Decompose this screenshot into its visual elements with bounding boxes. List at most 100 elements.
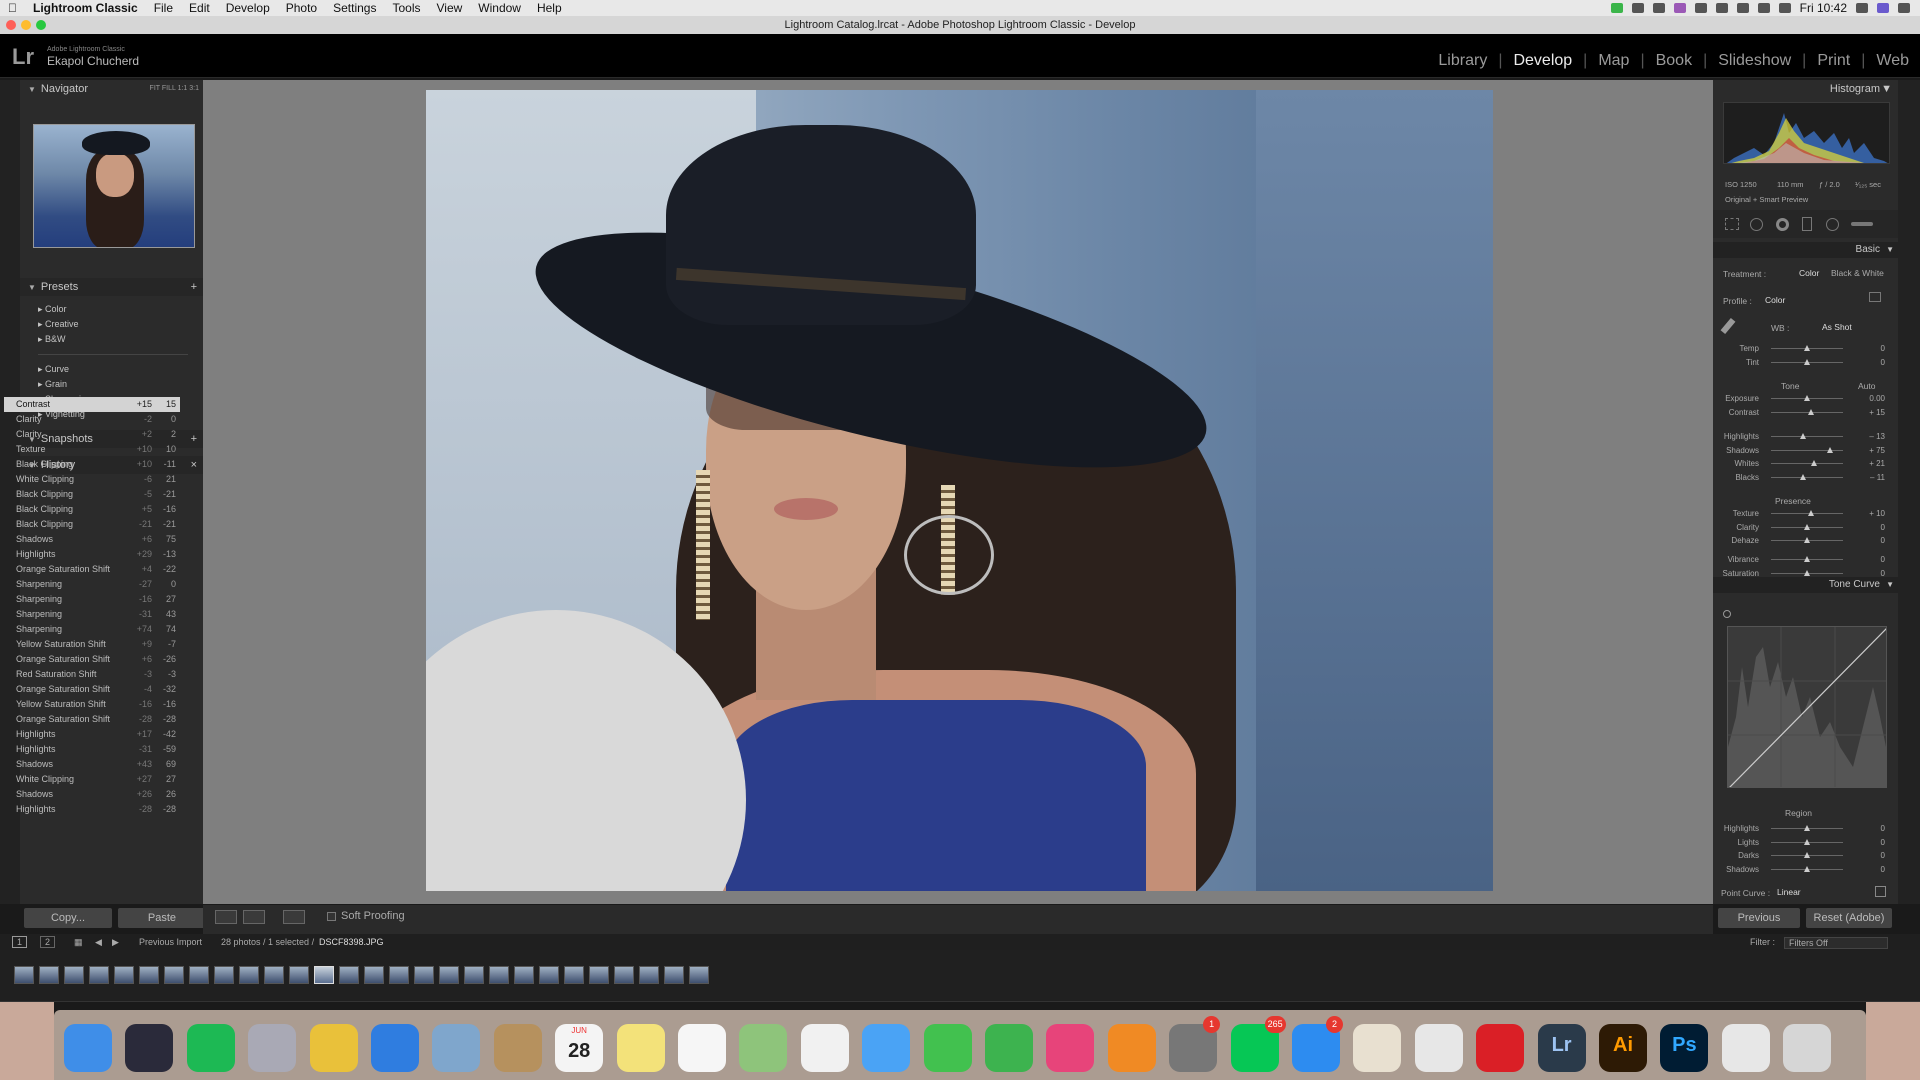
menu-tools[interactable]: Tools: [384, 0, 428, 16]
slider-knob[interactable]: [1811, 460, 1818, 466]
slider-knob[interactable]: [1800, 473, 1807, 480]
dock-maps-icon[interactable]: [739, 1024, 788, 1072]
history-item[interactable]: Red Saturation Shift -3 -3: [4, 667, 180, 682]
history-item[interactable]: Black Clipping -21 -21: [4, 517, 180, 532]
histogram[interactable]: [1723, 102, 1890, 164]
filmstrip-source[interactable]: Previous Import: [139, 937, 202, 947]
filmstrip-thumbnail[interactable]: [614, 966, 634, 984]
slider-value[interactable]: 0: [1861, 358, 1885, 367]
dock-keyboard-viewer-icon[interactable]: [1721, 1024, 1770, 1072]
history-item[interactable]: White Clipping -6 21: [4, 472, 180, 487]
history-item[interactable]: Orange Saturation Shift +4 -22: [4, 562, 180, 577]
module-slideshow[interactable]: Slideshow: [1707, 52, 1802, 70]
filmstrip-thumbnail[interactable]: [689, 966, 709, 984]
dock-contacts-icon[interactable]: [493, 1024, 542, 1072]
history-item[interactable]: Sharpening -27 0: [4, 577, 180, 592]
develop-photo[interactable]: [426, 90, 1493, 891]
filmstrip-thumbnail[interactable]: [39, 966, 59, 984]
wifi-icon[interactable]: [1736, 3, 1749, 13]
history-item[interactable]: Texture +10 10: [4, 442, 180, 457]
add-snapshot-icon[interactable]: +: [191, 430, 197, 448]
history-item[interactable]: Sharpening -16 27: [4, 592, 180, 607]
filmstrip-thumbnail[interactable]: [414, 966, 434, 984]
slider-value[interactable]: + 10: [1861, 509, 1885, 518]
filmstrip-thumbnail[interactable]: [214, 966, 234, 984]
menu-edit[interactable]: Edit: [181, 0, 218, 16]
zoom-fit[interactable]: FIT: [150, 85, 160, 92]
filmstrip-thumbnail[interactable]: [264, 966, 284, 984]
history-item[interactable]: Black Clipping -5 -21: [4, 487, 180, 502]
zoom-3-1[interactable]: 3:1: [189, 85, 199, 92]
radial-filter-icon[interactable]: [1826, 218, 1839, 231]
module-develop[interactable]: Develop: [1502, 52, 1583, 70]
slider-knob[interactable]: [1804, 852, 1810, 858]
basic-header[interactable]: Basic ▼: [1713, 242, 1898, 258]
history-item[interactable]: Orange Saturation Shift -4 -32: [4, 682, 180, 697]
history-item[interactable]: Clarity -2 0: [4, 412, 180, 427]
history-item[interactable]: White Clipping +27 27: [4, 772, 180, 787]
slider-knob[interactable]: [1807, 409, 1814, 415]
slider-knob[interactable]: [1804, 523, 1810, 530]
dock-numbers-icon[interactable]: [985, 1024, 1033, 1072]
paste-settings-button[interactable]: Paste: [118, 908, 206, 928]
filmstrip-thumbnail[interactable]: [514, 966, 534, 984]
slider-knob[interactable]: [1804, 569, 1810, 576]
module-print[interactable]: Print: [1806, 52, 1861, 70]
history-item[interactable]: Shadows +26 26: [4, 787, 180, 802]
slider-knob[interactable]: [1827, 446, 1834, 453]
slider-value[interactable]: 0: [1861, 536, 1885, 545]
dock-books-icon[interactable]: [1107, 1024, 1156, 1072]
drive-status-icon[interactable]: [1652, 3, 1665, 13]
history-item[interactable]: Highlights +17 -42: [4, 727, 180, 742]
bluetooth-icon[interactable]: [1715, 3, 1728, 13]
filmstrip-thumbnail[interactable]: [314, 966, 334, 984]
primary-window-button[interactable]: 1: [12, 936, 28, 948]
red-eye-icon[interactable]: [1776, 218, 1789, 231]
filmstrip-thumbnail[interactable]: [289, 966, 309, 984]
module-library[interactable]: Library: [1427, 52, 1498, 70]
presets-header[interactable]: ▼ Presets +: [20, 278, 203, 296]
edit-point-curve-icon[interactable]: [1875, 886, 1886, 897]
dock-launchpad-icon[interactable]: [248, 1024, 297, 1072]
menubar-clock[interactable]: Fri 10:42: [1800, 1, 1847, 15]
history-item[interactable]: Sharpening +74 74: [4, 622, 180, 637]
back-arrow-icon[interactable]: ◀: [95, 937, 102, 948]
filmstrip-thumbnail[interactable]: [114, 966, 134, 984]
soft-proofing-checkbox[interactable]: [327, 912, 336, 921]
spot-removal-icon[interactable]: [1750, 218, 1763, 231]
graduated-filter-icon[interactable]: [1802, 217, 1812, 231]
tone-curve-graph[interactable]: [1727, 626, 1887, 788]
forward-arrow-icon[interactable]: ▶: [112, 937, 119, 948]
slider-value[interactable]: + 75: [1861, 446, 1885, 455]
dock-photos-icon[interactable]: [800, 1024, 849, 1072]
dock-calendar-icon[interactable]: 28 JUN: [555, 1024, 604, 1072]
minimize-window-button[interactable]: [21, 20, 31, 30]
slider-value[interactable]: 0: [1861, 523, 1885, 532]
menu-file[interactable]: File: [146, 0, 181, 16]
preset-group-bw[interactable]: ▸ B&W: [38, 334, 66, 345]
grid-view-icon[interactable]: ▦: [74, 937, 83, 948]
history-item[interactable]: Shadows +43 69: [4, 757, 180, 772]
slider-knob[interactable]: [1799, 433, 1806, 439]
filmstrip-thumbnail[interactable]: [364, 966, 384, 984]
slider-knob[interactable]: [1804, 865, 1810, 872]
slider-knob[interactable]: [1804, 556, 1810, 562]
wb-dropdown[interactable]: As Shot: [1822, 322, 1852, 332]
slider-value[interactable]: 0: [1861, 824, 1885, 833]
history-item[interactable]: Yellow Saturation Shift -16 -16: [4, 697, 180, 712]
profile-dropdown[interactable]: Color: [1765, 295, 1785, 305]
app-menu[interactable]: Lightroom Classic: [25, 0, 146, 16]
dock-trash-icon[interactable]: [1783, 1024, 1832, 1072]
dock-creative-cloud-icon[interactable]: [1476, 1024, 1525, 1072]
targeted-adjustment-icon[interactable]: [1723, 610, 1731, 618]
filmstrip-selected-file[interactable]: DSCF8398.JPG: [319, 937, 384, 947]
preset-group-creative[interactable]: ▸ Creative: [38, 319, 79, 330]
dock-notes-icon[interactable]: [616, 1024, 665, 1072]
history-item[interactable]: Black Clipping +10 -11: [4, 457, 180, 472]
apple-icon[interactable]: : [0, 0, 25, 16]
dock-siri-icon[interactable]: [125, 1024, 174, 1072]
line-status-icon[interactable]: [1610, 3, 1623, 13]
history-item[interactable]: Highlights +29 -13: [4, 547, 180, 562]
creative-cloud-status-icon[interactable]: [1631, 3, 1644, 13]
history-item[interactable]: Contrast +15 15: [4, 397, 180, 412]
